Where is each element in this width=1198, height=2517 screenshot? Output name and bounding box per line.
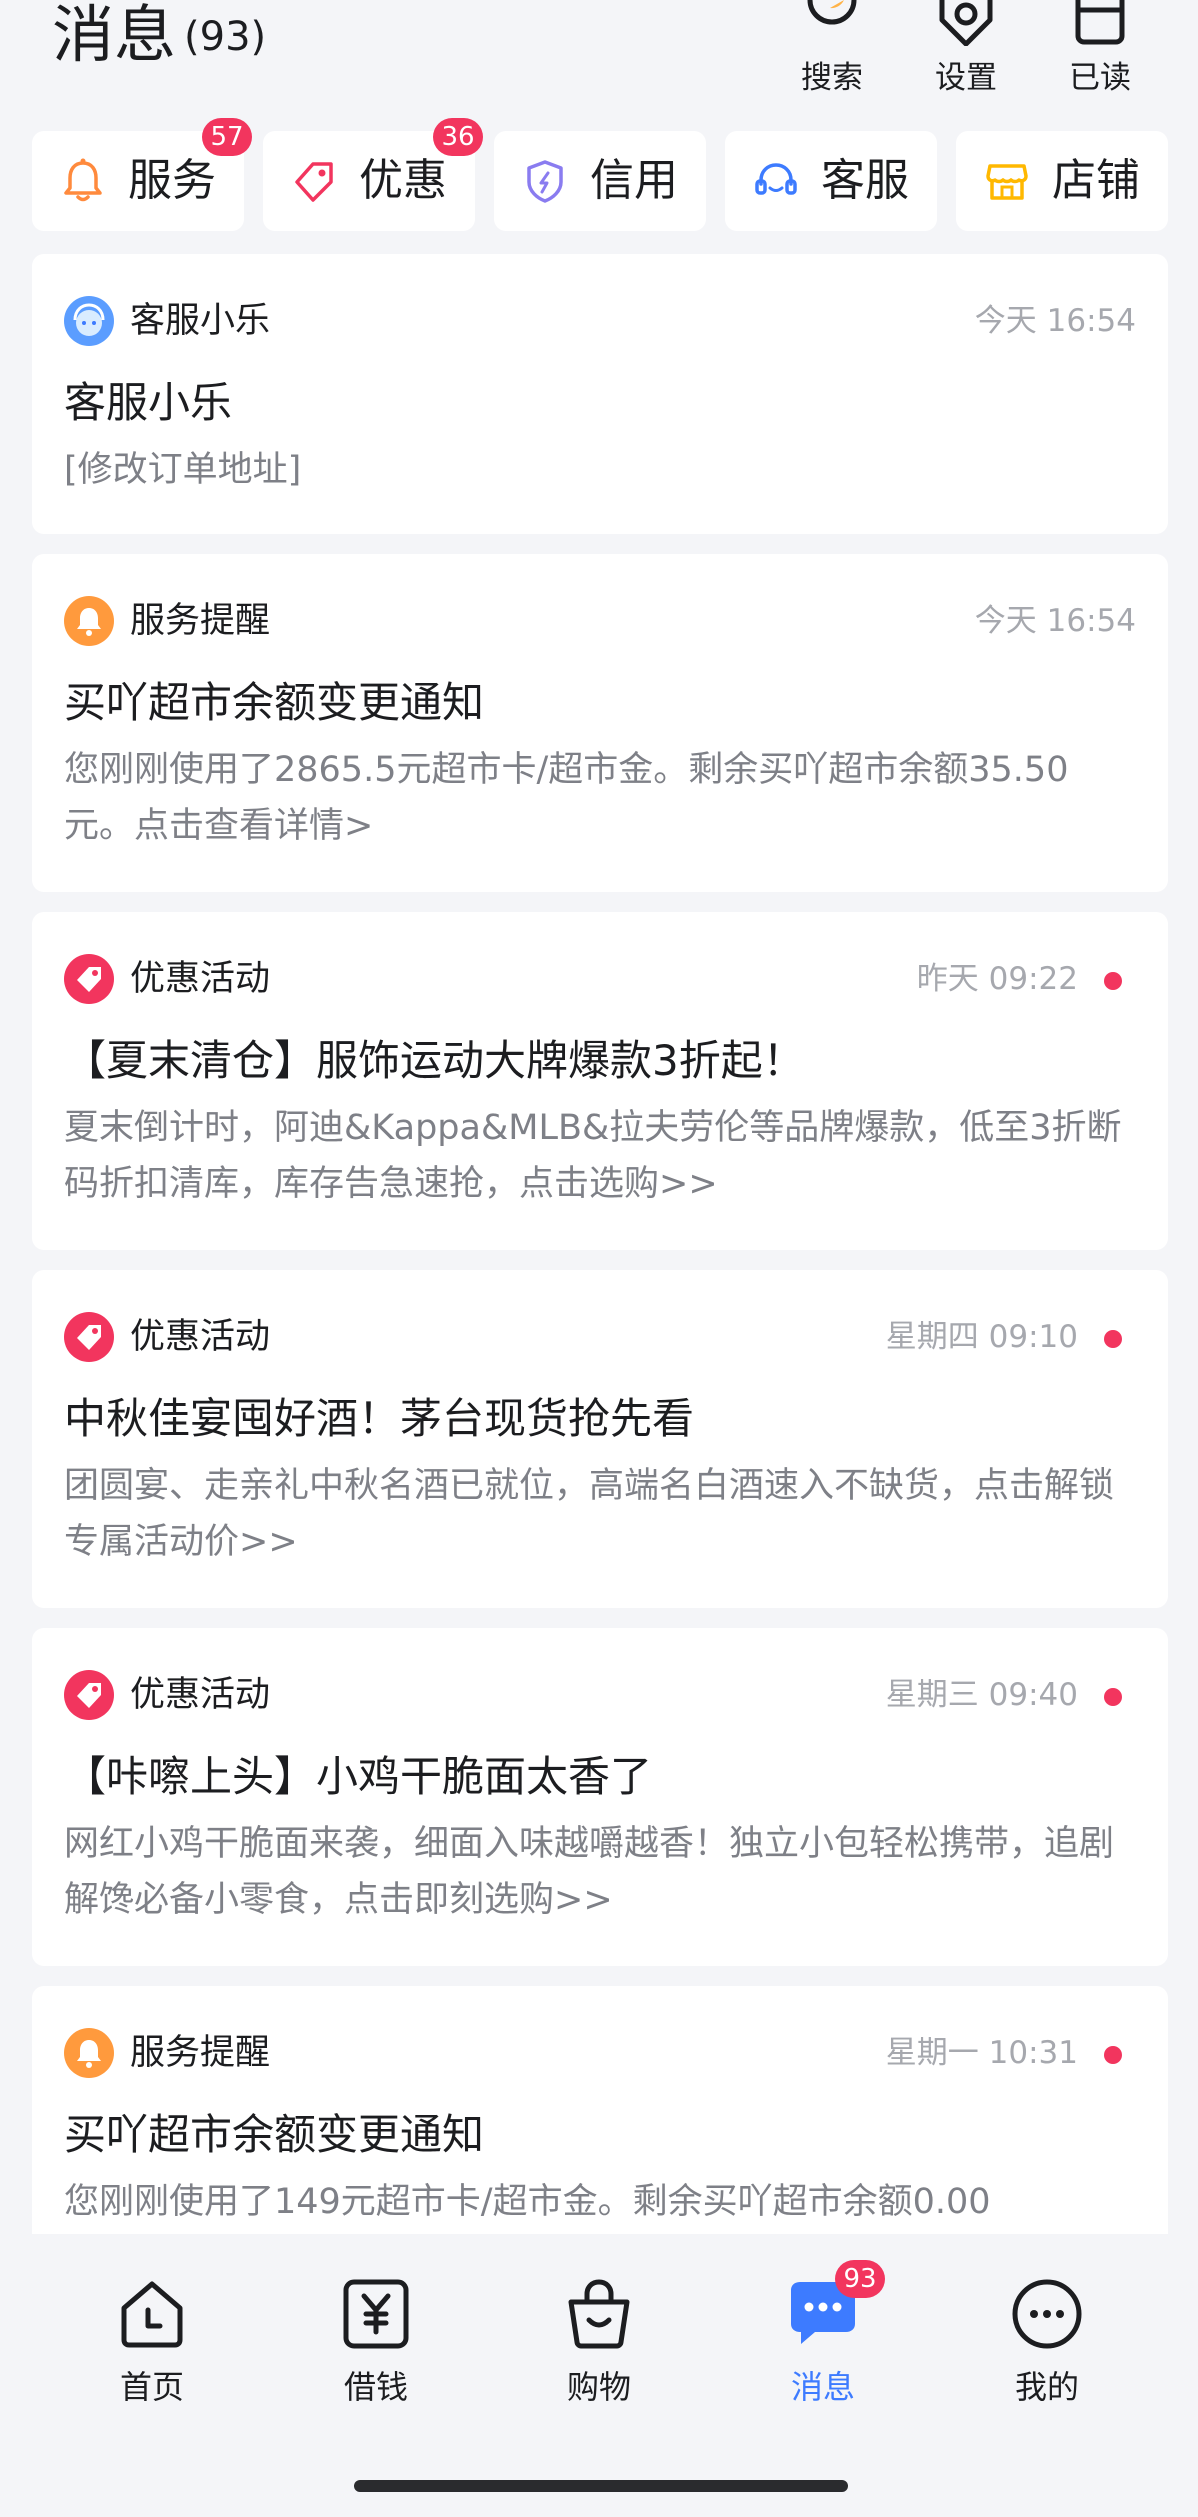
category-store[interactable]: 店铺 — [956, 131, 1168, 231]
nav-label: 首页 — [119, 2368, 184, 2406]
message-source: 服务提醒 — [130, 2033, 271, 2073]
message-body: 网红小鸡干脆面来袭，细面入味越嚼越香！独立小包轻松携带，追剧解馋必备小零食，点击… — [64, 1824, 1115, 1920]
message-title: 买吖超市余额变更通知 — [64, 2110, 485, 2159]
page-title: 消息 (93) — [52, 0, 266, 72]
message-title: 客服小乐 — [64, 378, 233, 427]
message-card[interactable]: 服务提醒 星期一 10:31 买吖超市余额变更通知 您刚刚使用了149元超市卡/… — [32, 1986, 1168, 2234]
search-label: 搜索 — [801, 60, 863, 96]
nav-label: 我的 — [1014, 2368, 1079, 2406]
headset-icon — [755, 163, 797, 195]
message-body: 夏末倒计时，阿迪&Kappa&MLB&拉夫劳伦等品牌爆款，低至3折断码折扣清库，… — [64, 1108, 1122, 1204]
service-bell-icon — [64, 2028, 114, 2078]
header: 消息 (93) 搜索 设置 已读 — [0, 0, 1198, 120]
message-card[interactable]: 服务提醒 今天 16:54 买吖超市余额变更通知 您刚刚使用了2865.5元超市… — [32, 554, 1168, 892]
customer-service-avatar-icon — [64, 296, 114, 346]
nav-borrow[interactable]: 借钱 — [306, 2276, 446, 2426]
message-time: 星期四 09:10 — [885, 1319, 1078, 1355]
mark-read-button[interactable]: 已读 — [1050, 0, 1150, 100]
gear-icon — [939, 0, 993, 46]
message-source: 优惠活动 — [130, 1675, 271, 1715]
search-icon — [807, 0, 857, 25]
page-title-text: 消息 — [52, 0, 177, 71]
message-card[interactable]: 优惠活动 星期三 09:40 【咔嚓上头】小鸡干脆面太香了 网红小鸡干脆面来袭，… — [32, 1628, 1168, 1966]
nav-label: 借钱 — [343, 2368, 408, 2406]
unread-badge: 93 — [835, 2260, 885, 2298]
nav-shopping[interactable]: 购物 — [529, 2276, 669, 2426]
profile-icon — [1012, 2279, 1082, 2349]
message-list: 客服小乐 今天 16:54 客服小乐 [修改订单地址] 服务提醒 今天 16:5… — [32, 254, 1168, 2234]
message-body: [修改订单地址] — [64, 450, 302, 490]
message-time: 星期一 10:31 — [885, 2035, 1078, 2071]
search-button[interactable]: 搜索 — [782, 0, 882, 100]
message-source: 客服小乐 — [130, 301, 271, 341]
unread-badge: 57 — [202, 118, 252, 156]
bell-icon — [64, 158, 102, 202]
nav-label: 购物 — [566, 2368, 631, 2406]
message-source: 优惠活动 — [130, 959, 271, 999]
message-source: 优惠活动 — [130, 1317, 271, 1357]
message-title: 【咔嚓上头】小鸡干脆面太香了 — [64, 1752, 653, 1801]
message-card[interactable]: 优惠活动 星期四 09:10 中秋佳宴囤好酒！茅台现货抢先看 团圆宴、走亲礼中秋… — [32, 1270, 1168, 1608]
settings-label: 设置 — [935, 60, 997, 96]
message-title: 【夏末清仓】服饰运动大牌爆款3折起！ — [64, 1036, 805, 1085]
mark-read-label: 已读 — [1069, 60, 1131, 96]
promo-tag-icon — [64, 1312, 114, 1362]
unread-dot — [1104, 1688, 1122, 1706]
unread-dot — [1104, 1330, 1122, 1348]
settings-button[interactable]: 设置 — [916, 0, 1016, 100]
message-title: 买吖超市余额变更通知 — [64, 678, 485, 727]
category-label: 客服 — [821, 155, 909, 206]
tag-icon — [295, 162, 333, 202]
nav-home[interactable]: 首页 — [82, 2276, 222, 2426]
message-time: 今天 16:54 — [974, 303, 1136, 339]
message-source: 服务提醒 — [130, 601, 271, 641]
nav-messages[interactable]: 消息 93 — [753, 2260, 893, 2426]
mark-read-icon — [1075, 0, 1125, 45]
message-time: 今天 16:54 — [974, 603, 1136, 639]
store-icon — [986, 164, 1028, 200]
promo-tag-icon — [64, 1670, 114, 1720]
promo-tag-icon — [64, 954, 114, 1004]
category-label: 服务 — [128, 155, 216, 206]
yuan-icon — [343, 2279, 409, 2349]
category-tabs: 服务 57 优惠 36 信用 客服 店铺 — [32, 118, 1168, 231]
category-promotion[interactable]: 优惠 36 — [263, 118, 483, 231]
unread-dot — [1104, 972, 1122, 990]
message-body: 您刚刚使用了2865.5元超市卡/超市金。剩余买吖超市余额35.50元。点击查看… — [64, 750, 1069, 846]
category-customer-service[interactable]: 客服 — [725, 131, 937, 231]
category-label: 店铺 — [1052, 155, 1140, 206]
message-time: 星期三 09:40 — [885, 1677, 1078, 1713]
message-title: 中秋佳宴囤好酒！茅台现货抢先看 — [64, 1394, 695, 1443]
unread-dot — [1104, 2046, 1122, 2064]
message-card[interactable]: 客服小乐 今天 16:54 客服小乐 [修改订单地址] — [32, 254, 1168, 534]
home-indicator[interactable] — [354, 2480, 848, 2492]
unread-badge: 36 — [433, 118, 483, 156]
message-body: 团圆宴、走亲礼中秋名酒已就位，高端名白酒速入不缺货，点击解锁专属活动价>> — [64, 1466, 1115, 1562]
category-service[interactable]: 服务 57 — [32, 118, 252, 231]
message-card[interactable]: 优惠活动 昨天 09:22 【夏末清仓】服饰运动大牌爆款3折起！ 夏末倒计时，阿… — [32, 912, 1168, 1250]
category-credit[interactable]: 信用 — [494, 131, 706, 231]
shield-icon — [527, 160, 563, 203]
category-label: 信用 — [590, 155, 678, 206]
service-bell-icon — [64, 596, 114, 646]
message-time: 昨天 09:22 — [916, 961, 1078, 997]
nav-profile[interactable]: 我的 — [977, 2276, 1117, 2426]
home-icon — [121, 2281, 183, 2348]
shopping-bag-icon — [568, 2279, 630, 2349]
bottom-navigation: 首页 借钱 购物 消息 93 我的 — [0, 2234, 1198, 2464]
category-label: 优惠 — [359, 155, 447, 206]
message-count: (93) — [184, 14, 267, 60]
nav-label: 消息 — [790, 2368, 855, 2406]
message-body: 您刚刚使用了149元超市卡/超市金。剩余买吖超市余额0.00 — [64, 2182, 991, 2222]
